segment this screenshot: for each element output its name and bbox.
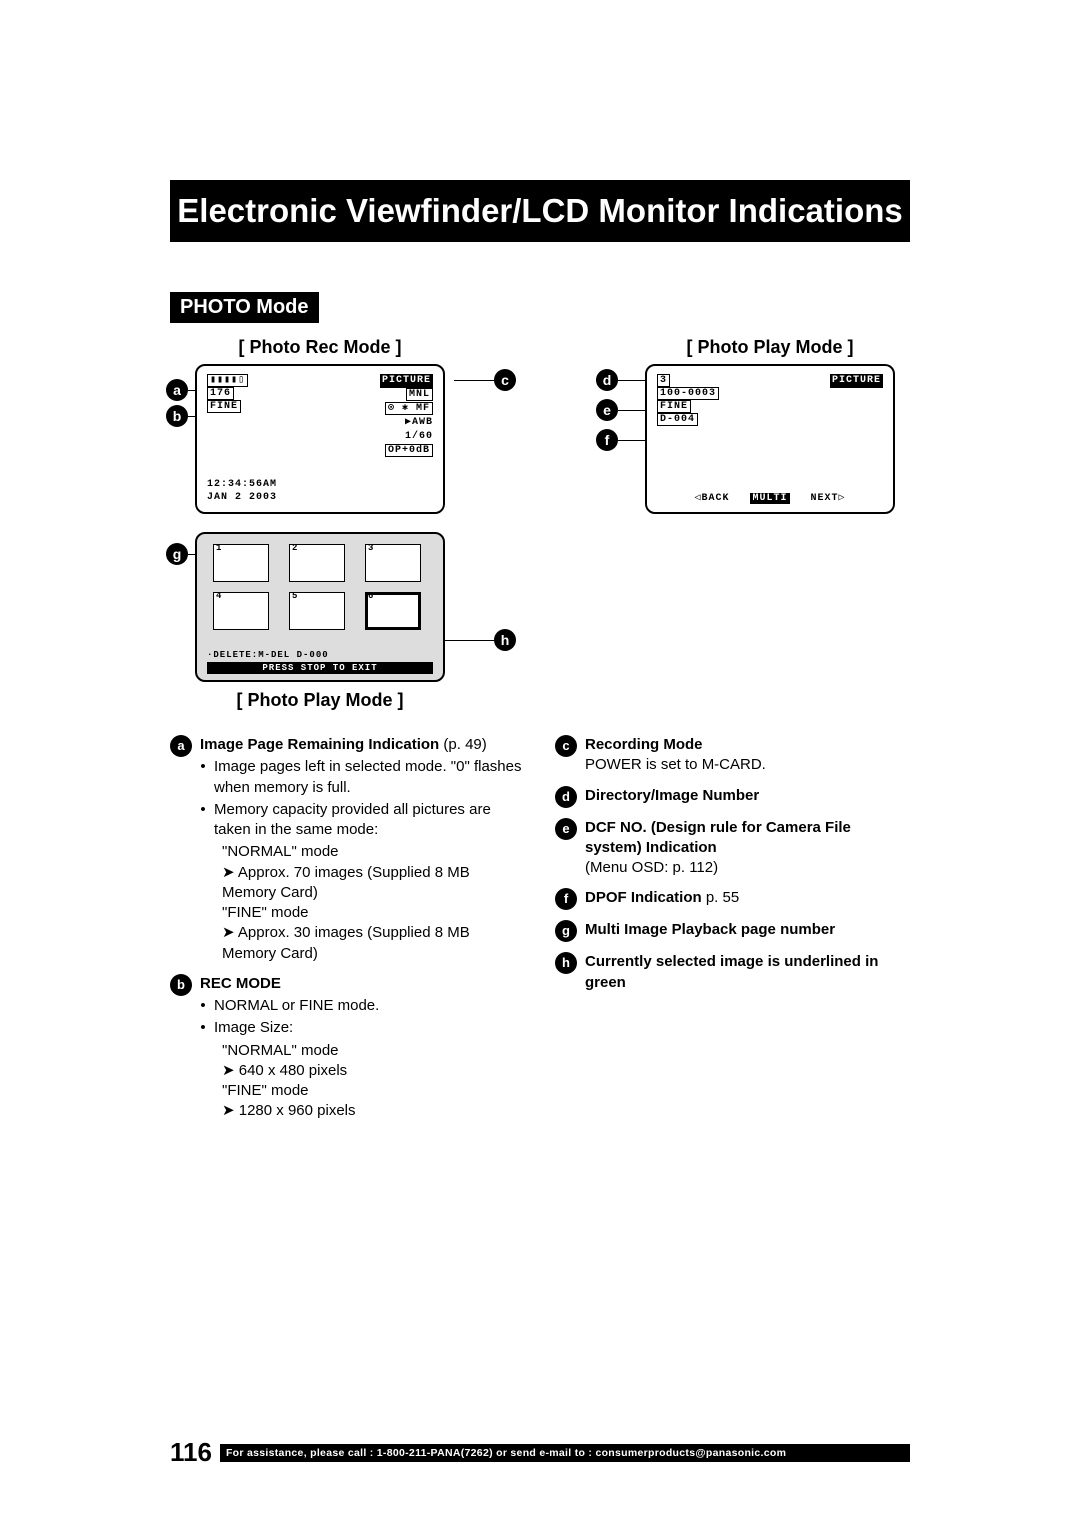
pages-remaining: 176 [207, 387, 234, 400]
thumb-cell: 3 [365, 544, 421, 582]
delete-line: ·DELETE:M-DEL D-000 [207, 650, 433, 660]
callout-e: e [596, 399, 618, 421]
desc-c-title: Recording Mode [585, 736, 703, 753]
thumb-cell: 5 [289, 592, 345, 630]
desc-b-normal-v: 640 x 480 pixels [222, 1061, 525, 1081]
bullet-a: a [170, 735, 192, 757]
desc-a-fine: "FINE" mode [222, 903, 525, 923]
desc-b-fine: "FINE" mode [222, 1081, 525, 1101]
play-mode-heading-2: [ Photo Play Mode ] [170, 690, 470, 711]
rec-mode-heading: [ Photo Rec Mode ] [170, 337, 470, 358]
desc-g-title: Multi Image Playback page number [585, 921, 835, 938]
bullet-h: h [555, 952, 577, 974]
picture-mode: PICTURE [380, 374, 433, 388]
thumb-cell: 4 [213, 592, 269, 630]
next-nav: NEXT▷ [811, 493, 846, 504]
desc-b-b1: NORMAL or FINE mode. [214, 996, 525, 1016]
page-footer: 116 For assistance, please call : 1-800-… [170, 1437, 910, 1468]
bullet-b: b [170, 974, 192, 996]
battery-icon: ▮▮▮▮▯ [207, 374, 248, 387]
desc-c-text: POWER is set to M-CARD. [585, 756, 766, 773]
callout-a: a [166, 379, 188, 401]
bullet-e: e [555, 818, 577, 840]
play-mode-heading: [ Photo Play Mode ] [630, 337, 910, 358]
desc-f-title: DPOF Indication [585, 889, 702, 906]
back-nav: ◁BACK [694, 493, 729, 504]
time-indicator: 12:34:56AM [207, 479, 277, 490]
photo-play-column: [ Photo Play Mode ] d e f 3 100-0003 FIN… [630, 329, 910, 717]
desc-a-b1: Image pages left in selected mode. "0" f… [214, 757, 525, 798]
callout-g: g [166, 543, 188, 565]
desc-b-title: REC MODE [200, 975, 281, 992]
callout-b: b [166, 405, 188, 427]
desc-b-fine-v: 1280 x 960 pixels [222, 1101, 525, 1121]
desc-a-ref: (p. 49) [443, 736, 486, 753]
desc-f-ref: p. 55 [702, 889, 740, 906]
thumb-cell: 2 [289, 544, 345, 582]
assistance-bar: For assistance, please call : 1-800-211-… [220, 1444, 910, 1462]
picture-mode-play: PICTURE [830, 374, 883, 388]
desc-a-normal-v: Approx. 70 images (Supplied 8 MB Memory … [222, 863, 525, 904]
shutter-indicator: 1/60 [405, 431, 433, 442]
dcf-number: 100-0003 [657, 387, 719, 400]
section-badge: PHOTO Mode [170, 292, 319, 323]
callout-f: f [596, 429, 618, 451]
awb-indicator: ▶AWB [405, 417, 433, 428]
desc-h-title: Currently selected image is underlined i… [585, 953, 878, 990]
desc-a-normal: "NORMAL" mode [222, 842, 525, 862]
desc-d-title: Directory/Image Number [585, 787, 759, 804]
quality-indicator-play: FINE [657, 400, 691, 413]
multi-nav: MULTI [750, 493, 789, 504]
page-number: 116 [170, 1437, 212, 1468]
descriptions: a Image Page Remaining Indication (p. 49… [170, 735, 910, 1132]
quality-indicator: FINE [207, 400, 241, 413]
multi-thumb-screen: 1 2 3 4 5 6 ·DELETE:M-DEL D-000 PRESS ST… [195, 532, 445, 682]
mf-indicator: ⊙ ✱ MF [385, 402, 433, 415]
exit-line: PRESS STOP TO EXIT [207, 662, 433, 674]
desc-b-normal: "NORMAL" mode [222, 1041, 525, 1061]
desc-a-b2: Memory capacity provided all pictures ar… [214, 800, 525, 841]
desc-a-fine-v: Approx. 30 images (Supplied 8 MB Memory … [222, 923, 525, 964]
mnl-indicator: MNL [406, 388, 433, 401]
bullet-f: f [555, 888, 577, 910]
desc-a-title: Image Page Remaining Indication [200, 736, 439, 753]
thumb-cell: 1 [213, 544, 269, 582]
callout-c: c [494, 369, 516, 391]
date-indicator: JAN 2 2003 [207, 492, 277, 503]
thumb-cell-selected: 6 [365, 592, 421, 630]
image-index: 3 [657, 374, 670, 387]
callout-h: h [494, 629, 516, 651]
desc-e-title: DCF NO. (Design rule for Camera File sys… [585, 819, 851, 856]
bullet-g: g [555, 920, 577, 942]
photo-rec-column: [ Photo Rec Mode ] a b c ▮▮▮▮▯ 176 FINE … [170, 329, 470, 717]
desc-b-b2: Image Size: [214, 1018, 525, 1038]
dpof-indicator: D-004 [657, 413, 698, 426]
bullet-c: c [555, 735, 577, 757]
callout-d: d [596, 369, 618, 391]
desc-e-text: (Menu OSD: p. 112) [585, 859, 718, 876]
bullet-d: d [555, 786, 577, 808]
lcd-rec-screen: ▮▮▮▮▯ 176 FINE PICTURE MNL ⊙ ✱ MF ▶AWB 1… [195, 364, 445, 514]
lcd-play-screen: 3 100-0003 FINE D-004 PICTURE ◁BACK MULT… [645, 364, 895, 514]
page-title: Electronic Viewfinder/LCD Monitor Indica… [170, 180, 910, 242]
gain-indicator: OP+0dB [385, 444, 433, 457]
